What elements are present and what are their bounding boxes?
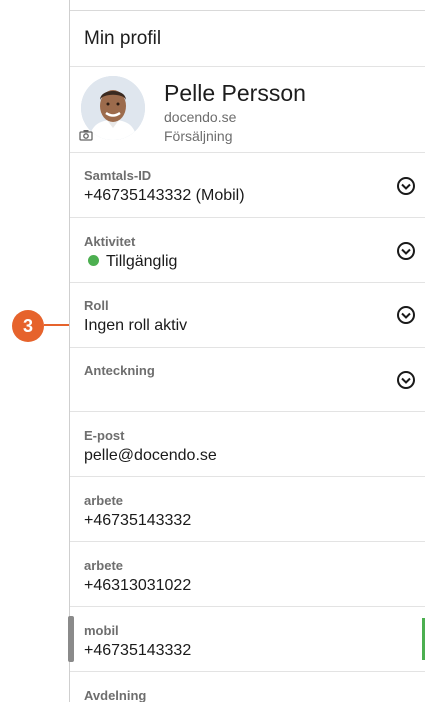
status-dot [88, 255, 99, 266]
field-label: E-post [84, 428, 125, 443]
field-e-post[interactable]: E-post pelle@docendo.se [70, 411, 425, 476]
profile-name: Pelle Persson [164, 80, 306, 106]
field-value: +46313031022 [84, 577, 192, 594]
page-title: Min profil [84, 28, 162, 49]
top-border [70, 10, 425, 11]
chevron-down-icon[interactable] [396, 305, 416, 325]
field-label: Roll [84, 298, 109, 313]
field-avdelning[interactable]: Avdelning [70, 671, 425, 702]
chevron-down-icon[interactable] [396, 176, 416, 196]
field-label: arbete [84, 493, 124, 508]
chevron-down-icon[interactable] [396, 370, 416, 390]
field-label: Samtals-ID [84, 168, 152, 183]
field-samtals-id[interactable]: Samtals-ID +46735143332 (Mobil) [70, 152, 425, 217]
field-roll[interactable]: Roll Ingen roll aktiv [70, 282, 425, 347]
field-value: +46735143332 [84, 512, 192, 529]
profile-panel: Min profil Pelle Persson docendo.se Förs… [69, 0, 425, 702]
annotation-callout: 3 [12, 310, 44, 342]
profile-department: Försäljning [164, 128, 233, 144]
field-label: arbete [84, 558, 124, 573]
field-value: Ingen roll aktiv [84, 317, 188, 334]
field-mobil[interactable]: mobil +46735143332 [70, 606, 425, 671]
profile-domain: docendo.se [164, 109, 237, 125]
camera-icon[interactable] [79, 128, 93, 146]
field-label: Aktivitet [84, 234, 136, 249]
field-label: Anteckning [84, 363, 155, 378]
drag-handle[interactable] [68, 616, 74, 662]
divider [70, 66, 425, 67]
field-value-status: Tillgänglig [82, 253, 177, 271]
field-arbete-2[interactable]: arbete +46313031022 [70, 541, 425, 606]
status-text: Tillgänglig [106, 253, 178, 270]
chevron-down-icon[interactable] [396, 241, 416, 261]
field-arbete-1[interactable]: arbete +46735143332 [70, 476, 425, 541]
field-label: mobil [84, 623, 119, 638]
field-label: Avdelning [84, 688, 147, 702]
field-value: +46735143332 (Mobil) [84, 187, 245, 204]
field-aktivitet[interactable]: Aktivitet Tillgänglig [70, 217, 425, 282]
field-value: pelle@docendo.se [84, 447, 217, 464]
field-value: +46735143332 [84, 642, 192, 659]
field-anteckning[interactable]: Anteckning [70, 347, 425, 411]
